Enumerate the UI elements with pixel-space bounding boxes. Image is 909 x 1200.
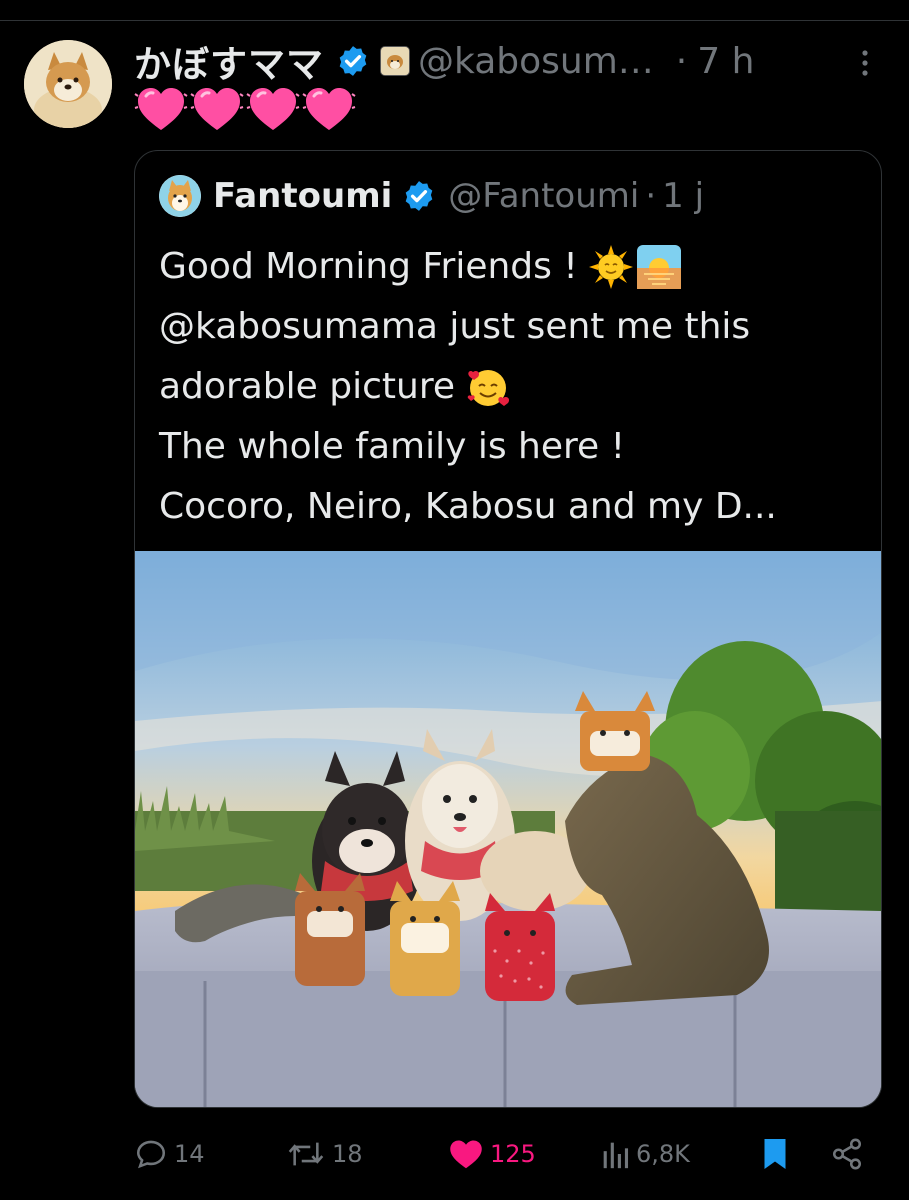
quoted-line-2: @kabosumama just sent me this (159, 306, 751, 347)
sunrise-emoji (636, 245, 681, 289)
repost-button[interactable]: 18 (286, 1130, 363, 1178)
quoted-text-line: The whole family is here ! (159, 417, 859, 477)
top-divider (0, 20, 909, 21)
shiba-dogs-and-plush-toys-photo[interactable] (135, 551, 882, 1108)
shiba-affiliate-badge-icon[interactable] (380, 46, 410, 76)
verified-badge-icon[interactable] (402, 179, 436, 213)
quoted-line-4: The whole family is here ! (159, 426, 626, 467)
bookmark-filled-icon (764, 1139, 786, 1169)
quoted-text-line: adorable picture (159, 357, 859, 417)
quoted-author-name[interactable]: Fantoumi (213, 176, 392, 216)
like-button[interactable]: 125 (448, 1130, 536, 1178)
quoted-line-1: Good Morning Friends ! (159, 246, 578, 287)
separator-dot: · (675, 40, 688, 82)
tweet-header: かぼすママ @kabosum… · 7 h (134, 34, 754, 88)
more-options-icon[interactable] (858, 48, 872, 78)
pink-heart-emoji (302, 88, 356, 130)
tweet-text (134, 84, 356, 136)
repost-count: 18 (332, 1140, 363, 1168)
quoted-tweet-text: Good Morning Friends ! @kabosumama just … (159, 237, 859, 537)
pink-heart-emoji (190, 88, 244, 130)
separator-dot: · (645, 176, 657, 216)
quoted-author-handle[interactable]: @Fantoumi (448, 176, 639, 216)
author-avatar[interactable] (24, 40, 112, 128)
author-handle[interactable]: @kabosum… (418, 41, 654, 82)
reply-icon (136, 1140, 166, 1169)
shiba-dog-avatar-icon (24, 40, 112, 128)
quoted-author-avatar[interactable] (159, 175, 201, 217)
pink-heart-emoji (134, 88, 188, 130)
reply-button[interactable]: 14 (134, 1130, 205, 1178)
quoted-timestamp[interactable]: 1 j (662, 176, 704, 216)
tweet-timestamp[interactable]: 7 h (697, 41, 754, 82)
share-icon (832, 1138, 862, 1170)
author-display-name[interactable]: かぼすママ (134, 34, 324, 88)
quoted-text-line: Good Morning Friends ! (159, 237, 859, 297)
tweet-action-bar: 14 18 125 6,8K (134, 1130, 874, 1178)
reply-count: 14 (174, 1140, 205, 1168)
verified-badge-icon[interactable] (336, 44, 370, 78)
heart-filled-icon (450, 1140, 482, 1169)
share-button[interactable] (830, 1130, 870, 1178)
views-chart-icon (603, 1142, 629, 1169)
view-count: 6,8K (636, 1140, 690, 1168)
quoted-tweet-header: Fantoumi @Fantoumi · 1 j (159, 173, 704, 219)
shiba-cartoon-avatar-icon (159, 175, 201, 217)
quoted-text-line: @kabosumama just sent me this (159, 297, 859, 357)
repost-icon (288, 1142, 324, 1166)
quoted-line-3: adorable picture (159, 366, 455, 407)
views-button[interactable]: 6,8K (600, 1130, 690, 1178)
bookmark-button[interactable] (760, 1130, 796, 1178)
like-count: 125 (490, 1140, 536, 1168)
quoted-tweet-card[interactable]: Fantoumi @Fantoumi · 1 j Good Morning Fr… (134, 150, 882, 1108)
sun-with-face-emoji (588, 245, 633, 289)
smiling-face-with-hearts-emoji (467, 370, 510, 406)
quoted-line-5: Cocoro, Neiro, Kabosu and my D... (159, 486, 777, 527)
pink-heart-emoji (246, 88, 300, 130)
quoted-text-line: Cocoro, Neiro, Kabosu and my D... (159, 477, 859, 537)
